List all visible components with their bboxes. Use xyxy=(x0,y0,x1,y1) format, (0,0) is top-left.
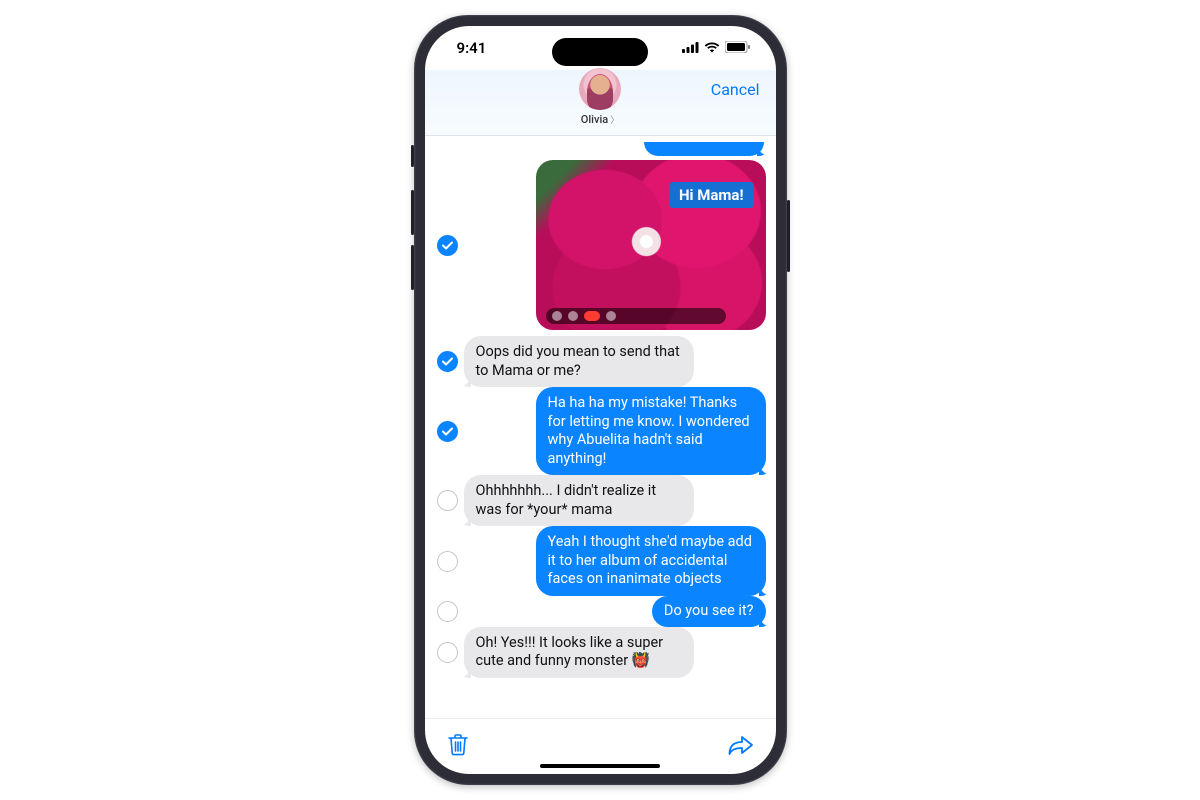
message-row: Do you see it? xyxy=(433,596,766,627)
mute-switch xyxy=(411,145,414,167)
trash-icon xyxy=(447,733,469,757)
message-row: Oops did you mean to send that to Mama o… xyxy=(433,336,766,387)
select-checkbox[interactable] xyxy=(437,421,458,442)
messages-list[interactable]: Hi Mama! Oops did you mean to send that … xyxy=(425,136,776,718)
contact-name-text: Olivia xyxy=(581,113,608,126)
power-button xyxy=(787,200,790,272)
chevron-right-icon: 〉 xyxy=(610,113,619,126)
cellular-icon xyxy=(682,39,699,57)
select-checkbox[interactable] xyxy=(437,642,458,663)
dynamic-island xyxy=(552,38,648,66)
contact-avatar xyxy=(579,68,621,110)
home-indicator[interactable] xyxy=(540,764,660,768)
wifi-icon xyxy=(704,39,720,57)
message-bubble[interactable]: Do you see it? xyxy=(652,596,766,627)
message-row: Yeah I thought she'd maybe add it to her… xyxy=(433,526,766,596)
message-row: Oh! Yes!!! It looks like a super cute an… xyxy=(433,627,766,678)
message-bubble[interactable]: Ha ha ha my mistake! Thanks for letting … xyxy=(536,387,766,475)
message-row: Ohhhhhhh... I didn't realize it was for … xyxy=(433,475,766,526)
message-bubble[interactable]: Oh! Yes!!! It looks like a super cute an… xyxy=(464,627,694,678)
conversation-header: Olivia 〉 Cancel xyxy=(425,70,776,136)
select-checkbox[interactable] xyxy=(437,490,458,511)
message-bubble xyxy=(644,142,764,156)
contact-info[interactable]: Olivia 〉 xyxy=(579,68,621,126)
iphone-frame: 9:41 Olivia 〉 Ca xyxy=(414,15,787,785)
select-checkbox[interactable] xyxy=(437,551,458,572)
message-row: Hi Mama! xyxy=(433,160,766,330)
message-bubble[interactable]: Yeah I thought she'd maybe add it to her… xyxy=(536,526,766,596)
volume-up-button xyxy=(411,190,414,235)
delete-button[interactable] xyxy=(447,733,469,761)
image-message[interactable]: Hi Mama! xyxy=(536,160,766,330)
screen: 9:41 Olivia 〉 Ca xyxy=(425,26,776,774)
image-caption: Hi Mama! xyxy=(669,182,754,208)
camera-ui-overlay xyxy=(546,308,726,324)
forward-button[interactable] xyxy=(728,734,754,760)
partial-prev-message xyxy=(433,142,764,156)
status-icons xyxy=(682,39,750,57)
volume-down-button xyxy=(411,245,414,290)
message-bubble[interactable]: Oops did you mean to send that to Mama o… xyxy=(464,336,694,387)
select-checkbox[interactable] xyxy=(437,601,458,622)
status-time: 9:41 xyxy=(457,39,487,57)
message-bubble[interactable]: Ohhhhhhh... I didn't realize it was for … xyxy=(464,475,694,526)
battery-icon xyxy=(725,39,750,57)
select-checkbox[interactable] xyxy=(437,235,458,256)
contact-name-label: Olivia 〉 xyxy=(581,113,619,126)
share-arrow-icon xyxy=(728,734,754,756)
cancel-button[interactable]: Cancel xyxy=(711,80,760,99)
select-checkbox[interactable] xyxy=(437,351,458,372)
message-row: Ha ha ha my mistake! Thanks for letting … xyxy=(433,387,766,475)
